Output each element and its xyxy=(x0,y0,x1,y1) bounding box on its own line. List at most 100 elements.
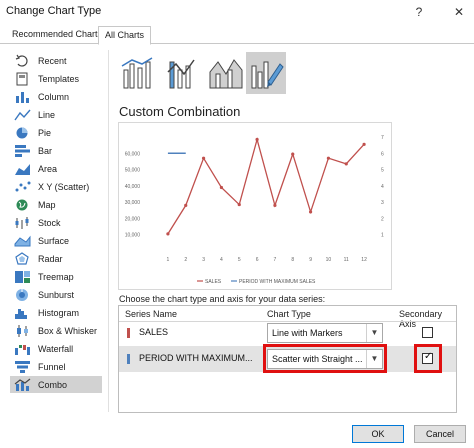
y-tick-label: 40,000 xyxy=(125,184,141,190)
pie-chart-icon xyxy=(16,127,28,138)
series-name: SALES xyxy=(139,327,169,337)
category-sunburst[interactable]: Sunburst xyxy=(10,286,102,303)
tab-all-charts[interactable]: All Charts xyxy=(98,26,152,45)
legend-label-sales: SALES xyxy=(205,279,222,285)
category-label: Stock xyxy=(38,217,61,228)
series-marker-sales xyxy=(237,202,241,207)
line-chart-icon xyxy=(14,109,31,120)
category-surface[interactable]: Surface xyxy=(10,232,102,249)
chevron-down-icon[interactable]: ▼ xyxy=(366,324,382,342)
category-label: Box & Whisker xyxy=(38,325,98,336)
treemap-chart-icon xyxy=(15,270,30,283)
category-label: Surface xyxy=(38,235,70,246)
category-label: Line xyxy=(38,109,56,120)
y2-tick-label: 4 xyxy=(381,184,384,190)
series-marker-sales xyxy=(326,156,331,160)
scatter-chart-icon xyxy=(15,181,31,191)
pane-divider xyxy=(108,50,109,412)
category-label: Bar xyxy=(38,145,53,156)
category-treemap[interactable]: Treemap xyxy=(10,268,102,285)
x-tick-label: 2 xyxy=(184,257,187,263)
map-chart-icon xyxy=(16,199,28,210)
box-whisker-chart-icon xyxy=(17,324,28,337)
highlight-box-chart-type xyxy=(263,344,387,373)
x-tick-label: 3 xyxy=(202,257,205,263)
category-label: Templates xyxy=(38,73,80,84)
subtype-clustered-column-line[interactable] xyxy=(118,52,158,94)
category-radar[interactable]: Radar xyxy=(10,250,102,267)
series-color-swatch xyxy=(127,354,130,364)
x-tick-label: 9 xyxy=(309,257,312,263)
category-label: Map xyxy=(38,199,56,210)
highlight-box-secondary-axis xyxy=(414,344,442,373)
x-tick-label: 12 xyxy=(361,257,367,263)
x-tick-label: 1 xyxy=(167,257,170,263)
series-row-sales[interactable]: SALES Line with Markers ▼ xyxy=(119,320,456,346)
secondary-axis-checkbox-sales[interactable] xyxy=(422,327,433,338)
y2-tick-label: 5 xyxy=(381,168,384,174)
help-button[interactable]: ? xyxy=(410,3,428,21)
category-recent[interactable]: Recent xyxy=(10,52,102,69)
subtype-column-line-secondary-axis[interactable] xyxy=(162,52,202,94)
column-line-secondary-axis-icon xyxy=(167,59,195,89)
category-bar[interactable]: Bar xyxy=(10,142,102,159)
tab-recommended-charts[interactable]: Recommended Charts xyxy=(6,26,108,44)
category-box-whisker[interactable]: Box & Whisker xyxy=(10,322,102,339)
x-tick-label: 5 xyxy=(238,257,241,263)
category-label: Histogram xyxy=(38,307,80,318)
subtype-stacked-area-column[interactable] xyxy=(206,52,246,94)
column-chart-icon xyxy=(16,91,29,103)
ok-button[interactable]: OK xyxy=(352,425,404,443)
category-label: Funnel xyxy=(38,361,66,372)
x-tick-label: 8 xyxy=(291,257,294,263)
series-marker-sales xyxy=(344,162,348,166)
category-scatter[interactable]: X Y (Scatter) xyxy=(10,178,102,195)
category-combo[interactable]: Combo xyxy=(10,376,102,393)
histogram-chart-icon xyxy=(15,308,27,319)
close-button[interactable]: ✕ xyxy=(450,3,468,21)
category-label: Column xyxy=(38,91,70,102)
section-heading: Custom Combination xyxy=(119,104,241,119)
series-marker-sales xyxy=(184,203,188,207)
category-templates[interactable]: Templates xyxy=(10,70,102,87)
x-tick-label: 11 xyxy=(344,257,349,263)
category-waterfall[interactable]: Waterfall xyxy=(10,340,102,357)
series-marker-sales xyxy=(255,137,259,142)
custom-combination-icon xyxy=(251,61,284,89)
category-stock[interactable]: Stock xyxy=(10,214,102,231)
series-marker-sales xyxy=(201,156,206,160)
subtype-custom-combination[interactable] xyxy=(246,52,286,94)
chart-type-dropdown-sales[interactable]: Line with Markers ▼ xyxy=(267,323,383,343)
x-tick-label: 10 xyxy=(326,257,332,263)
category-area[interactable]: Area xyxy=(10,160,102,177)
category-map[interactable]: Map xyxy=(10,196,102,213)
category-column[interactable]: Column xyxy=(10,88,102,105)
category-line[interactable]: Line xyxy=(10,106,102,123)
surface-chart-icon xyxy=(14,235,31,246)
dialog-title: Change Chart Type xyxy=(6,5,102,17)
category-funnel[interactable]: Funnel xyxy=(10,358,102,375)
templates-icon xyxy=(16,72,28,85)
y2-tick-label: 3 xyxy=(381,200,384,206)
bar-chart-icon xyxy=(15,144,30,157)
category-label: Treemap xyxy=(38,271,74,282)
series-table: Series Name Chart Type Secondary Axis SA… xyxy=(118,305,457,413)
stock-chart-icon xyxy=(15,216,29,229)
x-tick-label: 6 xyxy=(256,257,259,263)
waterfall-chart-icon xyxy=(15,344,30,355)
category-pie[interactable]: Pie xyxy=(10,124,102,141)
category-histogram[interactable]: Histogram xyxy=(10,304,102,321)
y-tick-label: 30,000 xyxy=(125,200,141,206)
recent-icon xyxy=(15,54,28,67)
combo-chart-icon xyxy=(14,378,31,391)
series-marker-sales xyxy=(219,185,224,190)
sunburst-chart-icon xyxy=(16,288,28,301)
area-chart-icon xyxy=(15,163,30,175)
series-line-sales xyxy=(167,136,365,235)
category-label: Sunburst xyxy=(38,289,75,300)
stacked-area-column-icon xyxy=(209,59,243,89)
series-color-swatch xyxy=(127,328,130,338)
cancel-button[interactable]: Cancel xyxy=(414,425,466,443)
header-series-name: Series Name xyxy=(125,309,178,319)
header-chart-type: Chart Type xyxy=(267,309,311,319)
